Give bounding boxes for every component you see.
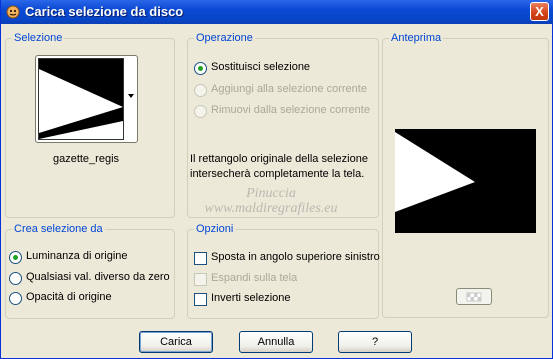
radio-button[interactable]: [9, 272, 22, 285]
dialog-window: Carica selezione da disco X Selezione ga…: [0, 0, 553, 359]
checkbox-disabled[interactable]: [194, 273, 207, 286]
preview-zoom-button[interactable]: [456, 288, 492, 305]
help-button[interactable]: ?: [338, 331, 412, 353]
radio-label: Rimuovi dalla selezione corrente: [211, 104, 370, 116]
radio-label: Aggiungi alla selezione corrente: [211, 83, 367, 95]
app-icon: [6, 5, 20, 19]
title-bar[interactable]: Carica selezione da disco X: [1, 0, 553, 24]
radio-button-disabled[interactable]: [194, 105, 207, 118]
carica-button[interactable]: Carica: [139, 331, 213, 353]
radio-button-selected[interactable]: [194, 62, 207, 75]
close-icon: X: [535, 4, 544, 19]
selection-shape-image: [39, 59, 123, 139]
annulla-button[interactable]: Annulla: [239, 331, 313, 353]
radio-button-selected[interactable]: [9, 251, 22, 264]
checkbox-label: Sposta in angolo superiore sinistro: [211, 251, 380, 263]
watermark-line-1: Pinuccia: [246, 186, 296, 201]
selection-thumbnail: [38, 58, 124, 140]
radio-button[interactable]: [9, 292, 22, 305]
info-line-1: Il rettangolo originale della selezione: [190, 153, 368, 165]
dropdown-arrow-icon[interactable]: [128, 94, 134, 98]
window-title: Carica selezione da disco: [25, 4, 184, 19]
anteprima-group-label: Anteprima: [389, 32, 444, 44]
radio-label: Qualsiasi val. diverso da zero: [26, 271, 170, 283]
opzioni-group-label: Opzioni: [194, 223, 236, 235]
selection-preset-dropdown[interactable]: [35, 55, 138, 143]
crea-selezione-group-label: Crea selezione da: [12, 223, 105, 235]
watermark-text: Pinuccia www.maldiregrafiles.eu: [171, 186, 371, 216]
radio-label: Opacità di origine: [26, 291, 112, 303]
radio-label: Sostituisci selezione: [211, 61, 311, 73]
operazione-group-label: Operazione: [194, 32, 255, 44]
checkbox-label: Espandi sulla tela: [211, 272, 298, 284]
selection-preview-image: [395, 129, 536, 233]
selezione-group-label: Selezione: [12, 32, 65, 44]
watermark-line-2: www.maldiregrafiles.eu: [204, 201, 338, 216]
radio-label: Luminanza di origine: [26, 250, 128, 262]
close-button[interactable]: X: [530, 2, 549, 21]
preset-name-label: gazette_regis: [52, 153, 120, 165]
info-line-2: intersecherà completamente la tela.: [190, 168, 365, 180]
checkbox-label: Inverti selezione: [211, 292, 291, 304]
checkbox[interactable]: [194, 252, 207, 265]
radio-button-disabled[interactable]: [194, 84, 207, 97]
operation-info-text: Il rettangolo originale della selezione …: [190, 152, 380, 182]
checkerboard-icon: [466, 292, 482, 302]
checkbox[interactable]: [194, 293, 207, 306]
